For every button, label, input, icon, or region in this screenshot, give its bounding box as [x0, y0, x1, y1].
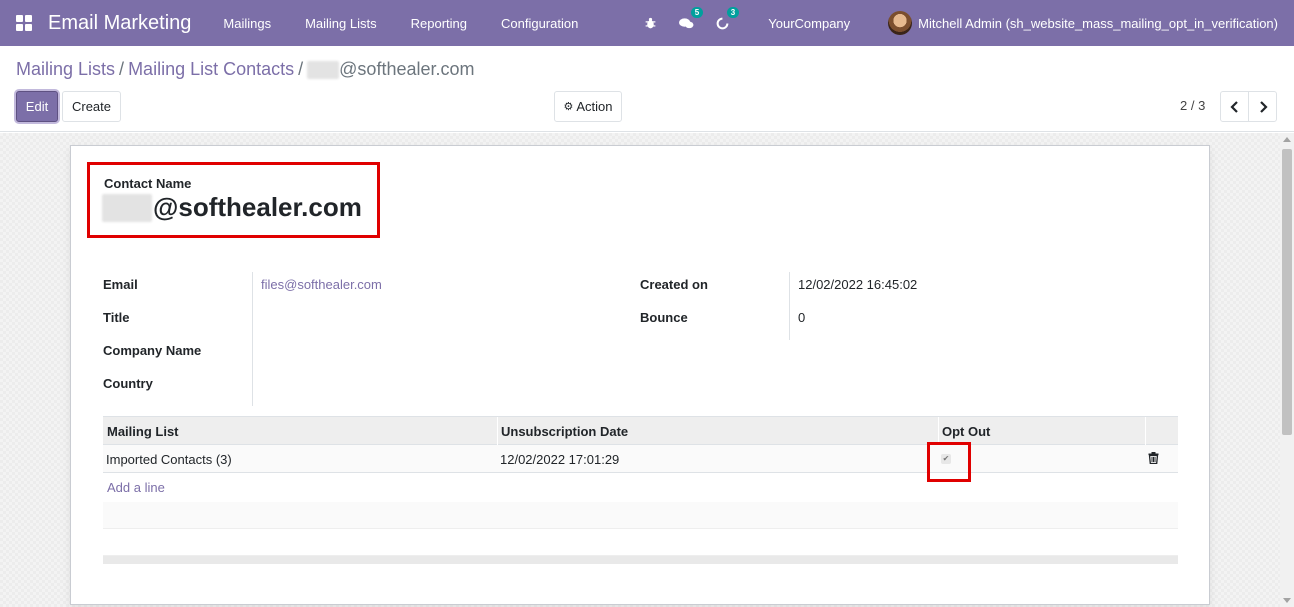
email-label: Email [103, 277, 138, 292]
pager-previous-button[interactable] [1220, 91, 1249, 122]
field-divider [789, 272, 790, 340]
menu-configuration[interactable]: Configuration [489, 16, 600, 31]
scroll-up-arrow-icon[interactable] [1283, 137, 1291, 142]
messages-icon[interactable]: 5 [678, 7, 704, 31]
email-value[interactable]: files@softhealer.com [261, 277, 382, 292]
row-mailing-list[interactable]: Imported Contacts (3) [106, 452, 232, 467]
activities-badge: 3 [726, 7, 740, 18]
systray: 5 3 YourCompany Mitchell Admin (sh_websi… [642, 0, 1294, 46]
app-title[interactable]: Email Marketing [48, 12, 191, 35]
bounce-value: 0 [798, 310, 806, 325]
pager-value[interactable]: 2 / 3 [1180, 98, 1205, 113]
edit-button[interactable]: Edit [16, 91, 58, 122]
user-avatar[interactable] [888, 11, 913, 35]
row-unsubscription-date[interactable]: 12/02/2022 17:01:29 [500, 452, 619, 467]
breadcrumb-current: @softhealer.com [307, 59, 475, 80]
empty-row [103, 502, 1178, 529]
top-navbar: Email Marketing Mailings Mailing Lists R… [0, 0, 1294, 46]
bug-icon[interactable] [642, 15, 658, 31]
created-on-value: 12/02/2022 16:45:02 [798, 277, 918, 292]
bounce-label: Bounce [640, 310, 688, 325]
company-name-label: Company Name [103, 343, 202, 358]
trash-icon[interactable] [1148, 452, 1159, 467]
created-on-label: Created on [640, 277, 708, 292]
chevron-left-icon [1229, 100, 1238, 113]
scroll-down-arrow-icon[interactable] [1283, 598, 1291, 603]
breadcrumb-current-suffix: @softhealer.com [339, 59, 475, 79]
field-divider [252, 272, 253, 406]
pager-next-button[interactable] [1248, 91, 1277, 122]
gear-icon: ⚙ [563, 101, 574, 113]
breadcrumb-separator: / [298, 59, 304, 79]
redacted-text [307, 61, 340, 80]
breadcrumb: Mailing Lists / Mailing List Contacts / … [16, 59, 475, 80]
form-content-area: Contact Name @softhealer.com Email files… [0, 133, 1294, 607]
column-opt-out[interactable]: Opt Out [942, 424, 990, 439]
action-label: Action [576, 99, 613, 114]
add-line-link[interactable]: Add a line [107, 480, 165, 495]
breadcrumb-mailing-list-contacts[interactable]: Mailing List Contacts [128, 59, 294, 80]
column-separator [1145, 417, 1146, 445]
messages-badge: 5 [690, 7, 704, 18]
country-label: Country [103, 376, 153, 391]
action-button[interactable]: ⚙ Action [554, 91, 622, 122]
column-unsubscription-date[interactable]: Unsubscription Date [501, 424, 628, 439]
apps-menu-icon[interactable] [16, 15, 32, 31]
contact-name-label: Contact Name [104, 176, 192, 191]
contact-name-highlight: Contact Name @softhealer.com [87, 162, 380, 238]
contact-name-suffix: @softhealer.com [153, 192, 362, 222]
contact-name-value: @softhealer.com [102, 192, 362, 223]
breadcrumb-separator: / [119, 59, 125, 79]
column-separator [497, 417, 498, 445]
vertical-scrollbar[interactable] [1280, 133, 1294, 607]
main-menu: Mailings Mailing Lists Reporting Configu… [211, 16, 600, 31]
form-sheet: Contact Name @softhealer.com Email files… [70, 145, 1210, 605]
menu-mailings[interactable]: Mailings [211, 16, 293, 31]
title-label: Title [103, 310, 130, 325]
menu-reporting[interactable]: Reporting [399, 16, 489, 31]
menu-mailing-lists[interactable]: Mailing Lists [293, 16, 399, 31]
create-button[interactable]: Create [62, 91, 121, 122]
empty-row [103, 529, 1178, 556]
redacted-text [102, 193, 152, 222]
scroll-thumb[interactable] [1282, 149, 1292, 435]
user-menu[interactable]: Mitchell Admin (sh_website_mass_mailing_… [918, 16, 1278, 31]
breadcrumb-mailing-lists[interactable]: Mailing Lists [16, 59, 115, 80]
activities-icon[interactable]: 3 [714, 7, 740, 31]
column-separator [938, 417, 939, 445]
column-mailing-list[interactable]: Mailing List [107, 424, 179, 439]
table-footer [103, 556, 1178, 564]
table-header: Mailing List Unsubscription Date Opt Out [103, 416, 1178, 445]
chevron-right-icon [1259, 100, 1268, 113]
table-row[interactable]: Imported Contacts (3) 12/02/2022 17:01:2… [103, 445, 1178, 473]
opt-out-highlight [927, 442, 971, 482]
control-panel: Mailing Lists / Mailing List Contacts / … [0, 46, 1294, 132]
company-switcher[interactable]: YourCompany [768, 16, 850, 31]
